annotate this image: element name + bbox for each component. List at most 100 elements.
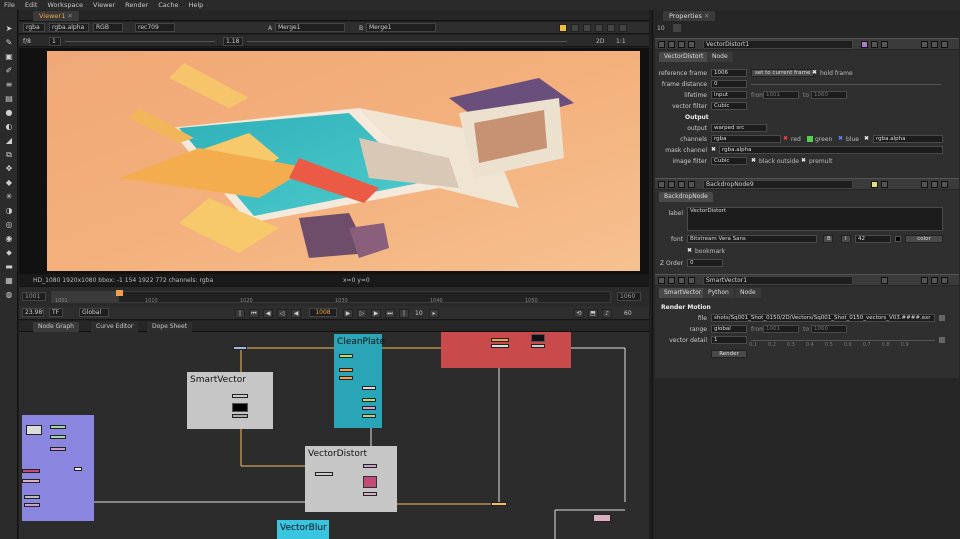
premult-checkbox[interactable]: ✖ [801, 158, 807, 164]
region-icon[interactable] [595, 24, 603, 32]
node[interactable] [491, 344, 509, 348]
fps-field[interactable]: 23.98* [22, 308, 44, 317]
red-checkbox[interactable]: ✖ [783, 136, 789, 142]
lock-range-icon[interactable]: ⬒ [588, 309, 598, 318]
node[interactable] [50, 425, 66, 429]
smartvector-node[interactable] [232, 403, 248, 412]
undo-icon[interactable] [881, 41, 888, 48]
view-mode[interactable]: 2D [596, 38, 604, 45]
paint-brush-icon[interactable]: ✎ [4, 38, 14, 47]
backdrop-header[interactable]: BackdropNode9 [655, 178, 959, 189]
vector-detail-slider[interactable] [751, 340, 935, 341]
snapshot-icon[interactable] [583, 24, 591, 32]
tab-dope-sheet[interactable]: Dope Sheet [147, 322, 193, 332]
float-icon[interactable] [931, 181, 938, 188]
views-icon[interactable]: ◎ [4, 220, 14, 229]
node[interactable] [233, 346, 247, 350]
menu-edit[interactable]: Edit [25, 1, 38, 9]
dot-node[interactable] [74, 467, 82, 471]
tab-curve-editor[interactable]: Curve Editor [91, 322, 139, 332]
node[interactable] [491, 338, 509, 342]
node-color-icon[interactable] [688, 41, 695, 48]
float-icon[interactable] [668, 277, 675, 284]
menu-workspace[interactable]: Workspace [47, 1, 83, 9]
bold-icon[interactable]: B [823, 235, 833, 243]
channels-select[interactable]: rgba [711, 135, 781, 143]
vector-detail-field[interactable]: 1 [711, 336, 747, 344]
tab-node[interactable]: Node [707, 52, 733, 62]
node-color-icon[interactable] [688, 181, 695, 188]
color-wheel-icon[interactable]: ● [4, 108, 14, 117]
collapse-icon[interactable] [658, 277, 665, 284]
lifetime-select[interactable]: input [711, 91, 747, 99]
node-color-icon[interactable] [688, 277, 695, 284]
font-color-swatch[interactable] [895, 236, 901, 242]
blue-checkbox[interactable]: ✖ [838, 136, 844, 142]
name-icon[interactable] [678, 41, 685, 48]
from-field[interactable]: 1001 [763, 325, 799, 333]
dot-node[interactable] [491, 502, 507, 506]
other-icon[interactable]: ▦ [4, 276, 14, 285]
node[interactable] [362, 414, 376, 418]
black-outside-checkbox[interactable]: ✖ [751, 158, 757, 164]
backdrop-smartvector[interactable]: SmartVector [187, 372, 273, 429]
close-icon[interactable] [941, 277, 948, 284]
label-field[interactable]: VectorDistort [687, 207, 943, 231]
clear-panels-icon[interactable] [673, 24, 681, 32]
node[interactable] [363, 464, 377, 468]
float-icon[interactable] [668, 41, 675, 48]
pointer-icon[interactable]: ➤ [4, 24, 14, 33]
tab-python[interactable]: Python [703, 288, 734, 298]
camera-icon[interactable] [571, 24, 579, 32]
draw-icon[interactable]: ✐ [4, 66, 14, 75]
vectordistort-header[interactable]: VectorDistort1 [655, 38, 959, 49]
tf-select[interactable]: TF [49, 308, 63, 317]
node[interactable] [232, 394, 248, 398]
out-point-icon[interactable]: | [399, 309, 409, 318]
node-name-field[interactable]: VectorDistort1 [703, 40, 853, 49]
to-field[interactable]: 1060 [811, 325, 847, 333]
node[interactable] [363, 492, 377, 496]
tab-viewer1[interactable]: Viewer1 ✕ [33, 11, 79, 21]
reference-frame-field[interactable]: 1006 [711, 69, 747, 77]
image-icon[interactable]: ▣ [4, 52, 14, 61]
max-panels-field[interactable]: 10 [657, 25, 665, 32]
read-node[interactable] [26, 425, 42, 435]
range-select[interactable]: global [711, 325, 747, 333]
italic-icon[interactable]: I [841, 235, 851, 243]
help-icon[interactable] [921, 277, 928, 284]
viewer-canvas[interactable] [19, 48, 649, 274]
bookmark-checkbox[interactable]: ✖ [687, 248, 693, 254]
collapse-icon[interactable] [658, 41, 665, 48]
close-icon[interactable] [941, 41, 948, 48]
node-name-field[interactable]: BackdropNode9 [703, 180, 853, 189]
alpha-select[interactable]: rgba.alpha [873, 135, 943, 143]
close-icon[interactable] [941, 181, 948, 188]
name-icon[interactable] [678, 277, 685, 284]
lut-select[interactable]: rec709 [135, 23, 175, 32]
gain-slider[interactable] [65, 41, 215, 42]
close-icon[interactable]: ✕ [67, 12, 72, 20]
particles-icon[interactable]: ✳ [4, 192, 14, 201]
float-icon[interactable] [931, 277, 938, 284]
metadata-icon[interactable]: ◉ [4, 234, 14, 243]
node[interactable] [315, 472, 333, 476]
tab-node[interactable]: Node [735, 288, 761, 298]
green-checkbox[interactable] [807, 136, 813, 142]
backdrop-red[interactable] [441, 332, 571, 368]
frame-distance-field[interactable]: 0 [711, 80, 747, 88]
frame-distance-slider[interactable] [751, 84, 941, 85]
to-field[interactable]: 1060 [811, 91, 847, 99]
font-select[interactable]: Bitstream Vera Sans [687, 235, 817, 243]
from-field[interactable]: 1001 [763, 91, 799, 99]
close-icon[interactable]: ✕ [704, 12, 709, 20]
transform-icon[interactable]: ✥ [4, 164, 14, 173]
node[interactable] [339, 354, 353, 358]
play-icon[interactable]: ▶ [343, 309, 353, 318]
read-node[interactable] [531, 334, 545, 342]
channel-icon[interactable]: ▤ [4, 94, 14, 103]
menu-viewer[interactable]: Viewer [93, 1, 115, 9]
tab-smartvector[interactable]: SmartVector [659, 288, 707, 298]
node-graph[interactable]: SmartVector CleanPlate VectorDistort Vec… [19, 332, 649, 539]
channels-select[interactable]: rgba [23, 23, 45, 32]
